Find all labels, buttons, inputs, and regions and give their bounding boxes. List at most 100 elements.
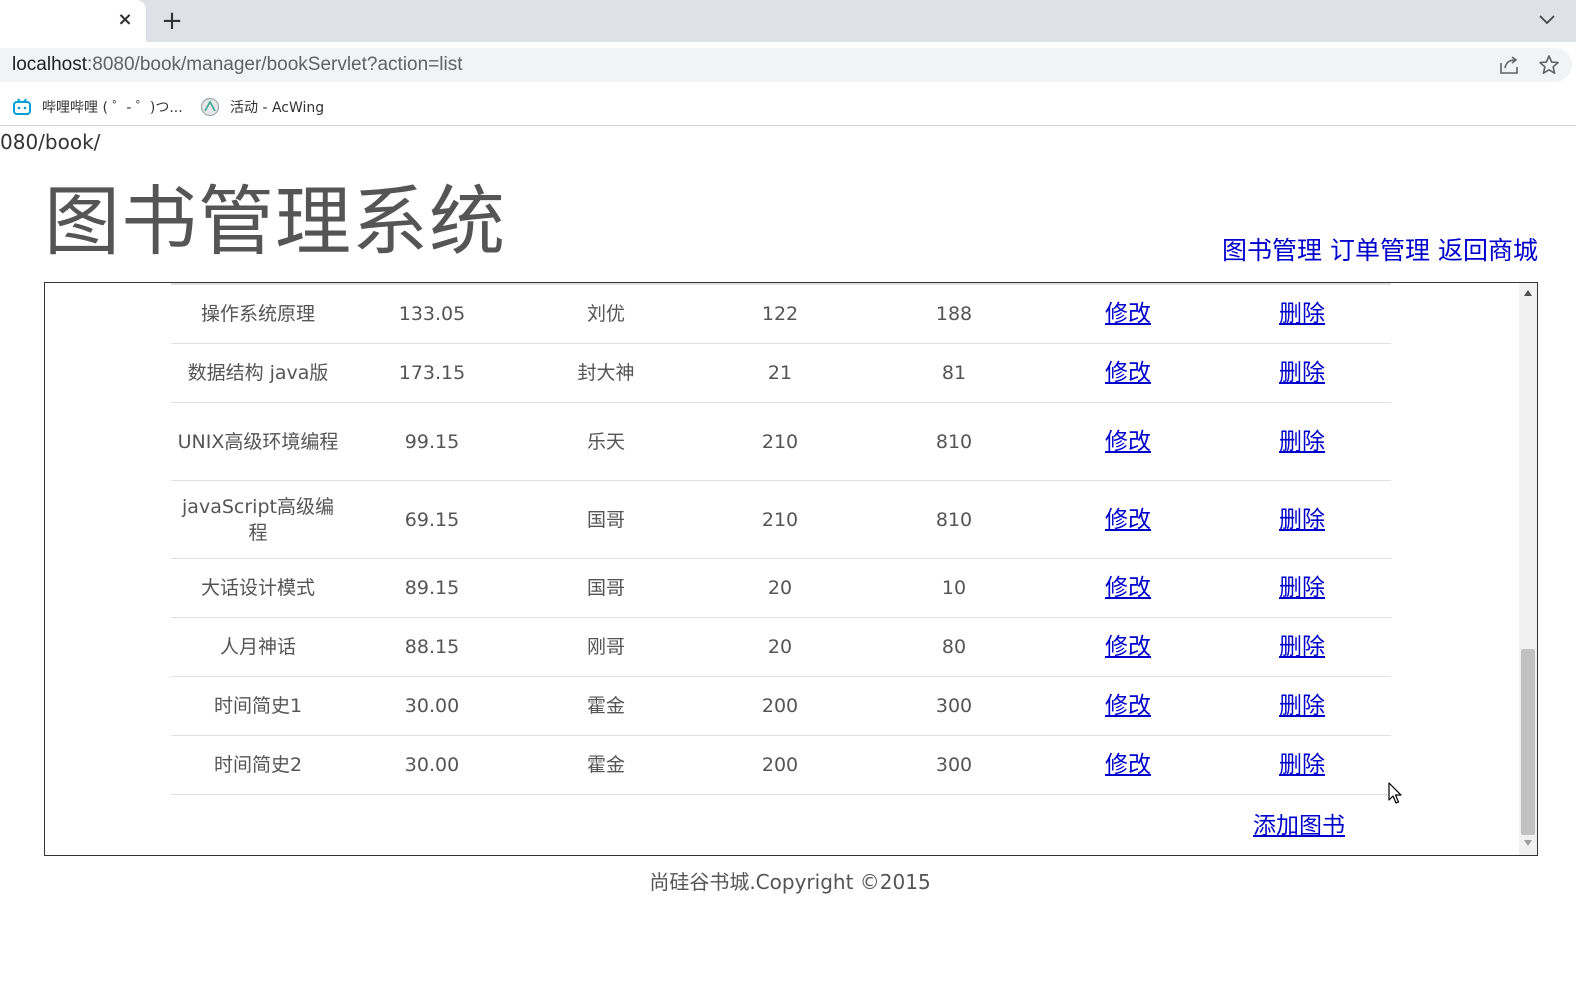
bookmarks-bar: 哔哩哔哩 ( ゜- ゜)つ... 活动 - AcWing xyxy=(0,88,1576,126)
close-tab-icon[interactable]: × xyxy=(114,8,136,32)
edit-link[interactable]: 修改 xyxy=(1105,301,1151,327)
edit-link[interactable]: 修改 xyxy=(1105,634,1151,660)
delete-link[interactable]: 删除 xyxy=(1279,693,1325,719)
bilibili-icon xyxy=(13,98,31,115)
url-path: :8080/book/manager/bookServlet?action=li… xyxy=(87,54,463,75)
base-path-text: 080/book/ xyxy=(0,130,101,154)
nav-book-management-link[interactable]: 图书管理 xyxy=(1222,234,1322,268)
chevron-down-icon[interactable] xyxy=(1536,8,1558,30)
book-sales: 122 xyxy=(761,303,799,325)
book-stock: 810 xyxy=(935,430,973,453)
scroll-down-arrow-icon[interactable] xyxy=(1523,839,1533,847)
delete-cell: 删除 xyxy=(1215,344,1389,402)
delete-cell: 删除 xyxy=(1215,481,1389,558)
book-price: 133.05 xyxy=(398,303,466,325)
book-sales: 210 xyxy=(761,430,799,453)
vertical-scrollbar[interactable] xyxy=(1519,283,1537,855)
url-host: localhost xyxy=(12,54,87,75)
edit-cell: 修改 xyxy=(1041,403,1215,480)
delete-cell: 删除 xyxy=(1215,285,1389,343)
url-text[interactable]: localhost:8080/book/manager/bookServlet?… xyxy=(12,48,463,82)
book-stock: 300 xyxy=(935,754,973,776)
share-icon[interactable] xyxy=(1498,55,1520,75)
add-book-link[interactable]: 添加图书 xyxy=(1253,813,1345,839)
delete-link[interactable]: 删除 xyxy=(1279,752,1325,778)
bookmark-label: 哔哩哔哩 ( ゜- ゜)つ... xyxy=(42,100,183,116)
edit-link[interactable]: 修改 xyxy=(1105,507,1151,533)
edit-cell: 修改 xyxy=(1041,344,1215,402)
edit-link[interactable]: 修改 xyxy=(1105,693,1151,719)
book-author: 刘优 xyxy=(586,303,625,325)
delete-cell: 删除 xyxy=(1215,618,1389,676)
book-stock: 81 xyxy=(941,362,967,384)
browser-tab[interactable]: × xyxy=(0,0,146,42)
new-tab-icon[interactable]: + xyxy=(160,6,184,36)
scrollbar-thumb[interactable] xyxy=(1521,649,1535,835)
edit-cell: 修改 xyxy=(1041,677,1215,735)
edit-cell: 修改 xyxy=(1041,618,1215,676)
book-name: javaScript高级编程 xyxy=(182,495,334,544)
delete-link[interactable]: 删除 xyxy=(1279,634,1325,660)
mouse-cursor-icon xyxy=(1388,782,1402,804)
book-sales: 200 xyxy=(761,695,799,717)
book-name: 操作系统原理 xyxy=(200,303,315,325)
nav-back-to-shop-link[interactable]: 返回商城 xyxy=(1438,234,1538,268)
book-author: 霍金 xyxy=(586,695,625,717)
table-row: UNIX高级环境编程 99.15 乐天 210 810 修改 删除 xyxy=(171,403,1391,481)
book-stock: 80 xyxy=(941,636,967,658)
edit-link[interactable]: 修改 xyxy=(1105,429,1151,455)
bookmark-label: 活动 - AcWing xyxy=(230,100,325,116)
add-book-row: 添加图书 xyxy=(1253,809,1345,843)
browser-tab-bar: × + xyxy=(0,0,1576,42)
book-price: 30.00 xyxy=(404,754,460,776)
delete-link[interactable]: 删除 xyxy=(1279,301,1325,327)
top-nav: 图书管理 订单管理 返回商城 xyxy=(1222,234,1538,268)
book-price: 99.15 xyxy=(404,430,460,453)
book-author: 刚哥 xyxy=(586,636,625,658)
delete-cell: 删除 xyxy=(1215,677,1389,735)
table-row: 时间简史1 30.00 霍金 200 300 修改 删除 xyxy=(171,677,1391,736)
book-stock: 188 xyxy=(935,303,973,325)
delete-link[interactable]: 删除 xyxy=(1279,575,1325,601)
address-bar: localhost:8080/book/manager/bookServlet?… xyxy=(0,42,1576,88)
book-price: 173.15 xyxy=(398,362,466,384)
book-price: 88.15 xyxy=(404,636,460,658)
book-price: 69.15 xyxy=(404,508,460,531)
table-row: 大话设计模式 89.15 国哥 20 10 修改 删除 xyxy=(171,559,1391,618)
edit-link[interactable]: 修改 xyxy=(1105,752,1151,778)
book-name: 时间简史1 xyxy=(213,695,303,717)
book-author: 国哥 xyxy=(586,577,625,599)
url-field[interactable]: localhost:8080/book/manager/bookServlet?… xyxy=(0,48,1572,82)
table-row: 时间简史2 30.00 霍金 200 300 修改 删除 xyxy=(171,736,1391,795)
book-sales: 21 xyxy=(767,362,793,384)
book-price: 30.00 xyxy=(404,695,460,717)
table-row: 人月神话 88.15 刚哥 20 80 修改 删除 xyxy=(171,618,1391,677)
edit-cell: 修改 xyxy=(1041,285,1215,343)
book-name: 数据结构 java版 xyxy=(187,362,329,384)
bookmark-acwing[interactable]: 活动 - AcWing xyxy=(200,94,324,120)
table-row: 操作系统原理 133.05 刘优 122 188 修改 删除 xyxy=(171,283,1391,344)
delete-cell: 删除 xyxy=(1215,736,1389,794)
edit-cell: 修改 xyxy=(1041,481,1215,558)
book-author: 封大神 xyxy=(577,362,635,384)
delete-link[interactable]: 删除 xyxy=(1279,507,1325,533)
book-name: UNIX高级环境编程 xyxy=(177,430,339,453)
book-author: 霍金 xyxy=(586,754,625,776)
delete-link[interactable]: 删除 xyxy=(1279,429,1325,455)
edit-link[interactable]: 修改 xyxy=(1105,360,1151,386)
nav-order-management-link[interactable]: 订单管理 xyxy=(1330,234,1430,268)
book-name: 大话设计模式 xyxy=(200,577,315,599)
scroll-up-arrow-icon[interactable] xyxy=(1523,289,1533,297)
bookmark-star-icon[interactable] xyxy=(1538,54,1560,76)
book-sales: 20 xyxy=(767,636,793,658)
bookmark-bilibili[interactable]: 哔哩哔哩 ( ゜- ゜)つ... xyxy=(12,94,183,120)
edit-link[interactable]: 修改 xyxy=(1105,575,1151,601)
edit-cell: 修改 xyxy=(1041,736,1215,794)
book-stock: 10 xyxy=(941,577,967,599)
book-table: 操作系统原理 133.05 刘优 122 188 修改 删除 数据结构 java… xyxy=(171,283,1391,795)
book-sales: 20 xyxy=(767,577,793,599)
page-footer: 尚硅谷书城.Copyright ©2015 xyxy=(649,870,931,894)
edit-cell: 修改 xyxy=(1041,559,1215,617)
delete-link[interactable]: 删除 xyxy=(1279,360,1325,386)
delete-cell: 删除 xyxy=(1215,403,1389,480)
